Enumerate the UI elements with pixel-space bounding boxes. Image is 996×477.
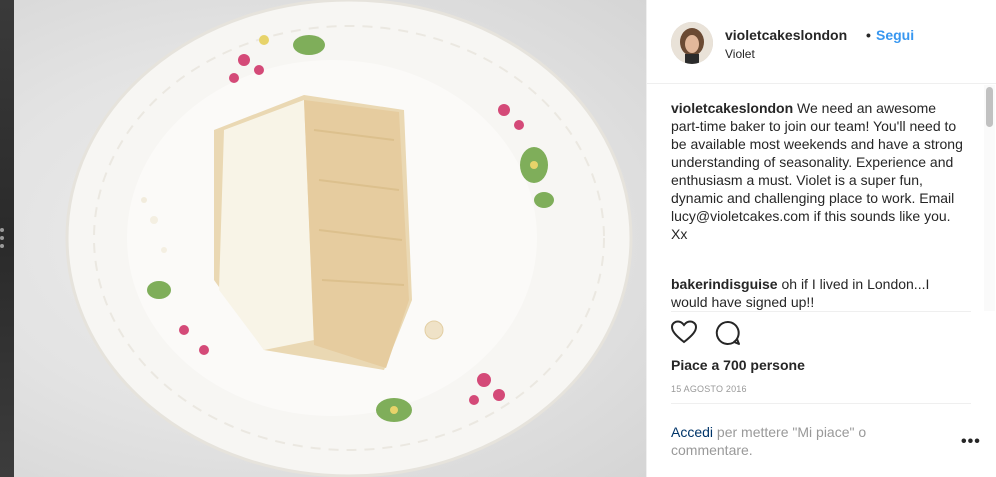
backdrop-dot (0, 236, 4, 240)
divider (671, 403, 971, 404)
caption: violetcakeslondon We need an awesome par… (671, 99, 967, 243)
cake-plate-illustration (65, 0, 633, 477)
backdrop-strip (0, 0, 14, 477)
comment-author[interactable]: bakerindisguise (671, 276, 778, 292)
likes-count[interactable]: Piace a 700 persone (671, 357, 805, 373)
heart-icon[interactable] (671, 320, 697, 344)
more-options-icon[interactable]: ••• (961, 433, 981, 451)
caption-text: We need an awesome part-time baker to jo… (671, 100, 963, 242)
location-link[interactable]: Violet (725, 47, 755, 61)
post-modal: violetcakeslondon • Segui Violet violetc… (14, 0, 996, 477)
username[interactable]: violetcakeslondon (725, 27, 847, 43)
post-date[interactable]: 15 AGOSTO 2016 (671, 384, 747, 394)
comment-icon[interactable] (715, 320, 741, 346)
comments-list[interactable]: violetcakeslondon We need an awesome par… (647, 85, 983, 311)
login-link[interactable]: Accedi (671, 424, 713, 440)
caption-author[interactable]: violetcakeslondon (671, 100, 793, 116)
scrollbar-thumb[interactable] (986, 87, 993, 127)
post-photo[interactable] (14, 0, 646, 477)
post-header: violetcakeslondon • Segui Violet (647, 0, 996, 84)
avatar-photo-icon (671, 22, 713, 64)
comment-item: bakerindisguise oh if I lived in London.… (671, 275, 967, 311)
separator-bullet: • (866, 27, 871, 43)
post-sidebar: violetcakeslondon • Segui Violet violetc… (646, 0, 996, 477)
backdrop-dot (0, 244, 4, 248)
login-prompt: Accedi per mettere "Mi piace" o commenta… (671, 423, 931, 459)
follow-button[interactable]: Segui (876, 27, 914, 43)
divider (671, 311, 971, 312)
backdrop-dot (0, 228, 4, 232)
avatar[interactable] (671, 22, 713, 64)
